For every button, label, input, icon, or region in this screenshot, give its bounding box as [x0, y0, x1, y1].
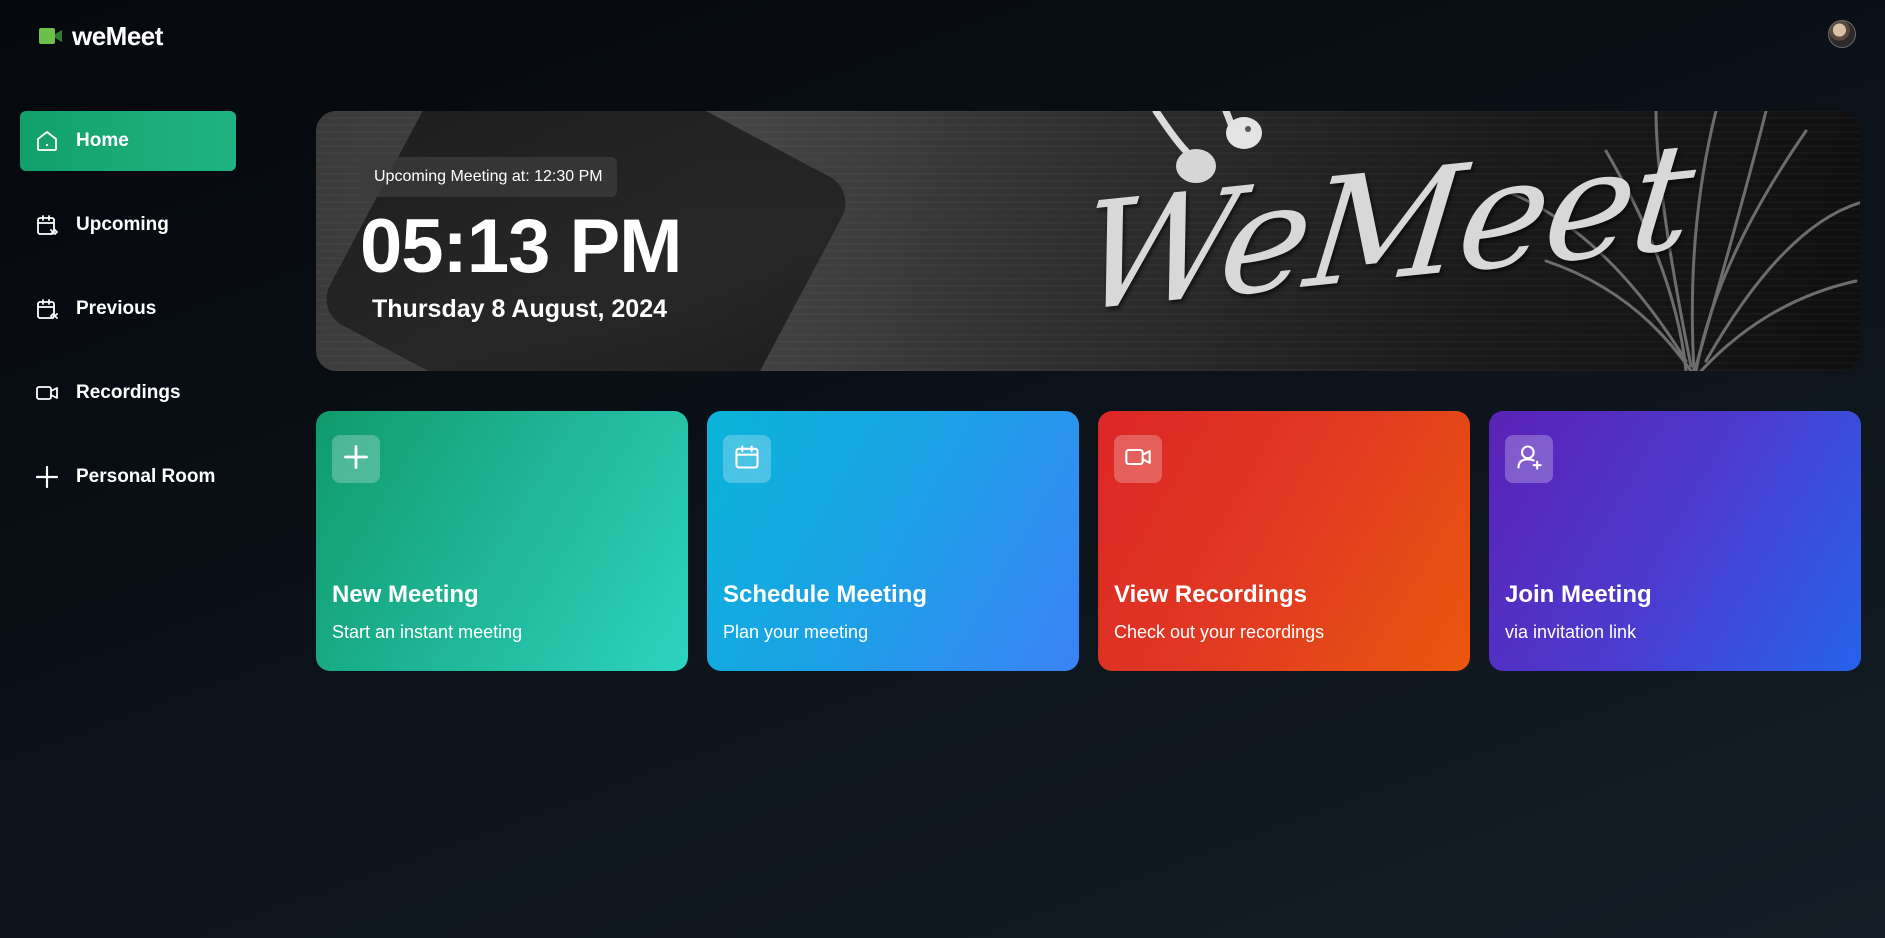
upcoming-meeting-badge: Upcoming Meeting at: 12:30 PM — [360, 157, 617, 197]
sidebar-item-label: Recordings — [76, 382, 181, 403]
video-icon — [34, 380, 60, 406]
new-meeting-card[interactable]: New Meeting Start an instant meeting — [316, 411, 688, 671]
app-logo[interactable]: weMeet — [38, 20, 163, 52]
card-title: Join Meeting — [1505, 581, 1652, 608]
calendar-icon — [733, 443, 761, 476]
view-recordings-card[interactable]: View Recordings Check out your recording… — [1098, 411, 1470, 671]
hero-banner: WeMeet Upcoming Meeting at: 12:30 PM 05:… — [316, 111, 1860, 371]
plus-icon — [342, 443, 370, 476]
plus-icon — [34, 464, 60, 490]
video-camera-icon — [38, 20, 64, 52]
sidebar-item-label: Personal Room — [76, 466, 216, 487]
sidebar-item-recordings[interactable]: Recordings — [20, 363, 236, 423]
sidebar-item-personal-room[interactable]: Personal Room — [20, 447, 236, 507]
card-subtitle: Check out your recordings — [1114, 622, 1325, 642]
current-time: 05:13 PM — [360, 204, 682, 289]
card-subtitle: Plan your meeting — [723, 622, 869, 642]
join-meeting-card[interactable]: Join Meeting via invitation link — [1489, 411, 1861, 671]
card-title: New Meeting — [332, 581, 479, 608]
sidebar-item-label: Upcoming — [76, 214, 169, 235]
calendar-forward-icon — [34, 212, 60, 238]
sidebar-item-home[interactable]: Home — [20, 111, 236, 171]
card-subtitle: Start an instant meeting — [332, 622, 523, 642]
schedule-meeting-card[interactable]: Schedule Meeting Plan your meeting — [707, 411, 1079, 671]
sidebar-item-upcoming[interactable]: Upcoming — [20, 195, 236, 255]
home-icon — [34, 128, 60, 154]
sidebar: Home Upcoming Previous Recordings Person… — [0, 70, 260, 938]
user-plus-icon — [1515, 443, 1543, 476]
card-icon-box — [723, 435, 771, 483]
app-name: weMeet — [72, 20, 163, 51]
card-icon-box — [1114, 435, 1162, 483]
card-title: View Recordings — [1114, 581, 1307, 608]
card-subtitle: via invitation link — [1505, 622, 1637, 642]
card-icon-box — [332, 435, 380, 483]
card-title: Schedule Meeting — [723, 581, 928, 608]
user-avatar[interactable] — [1828, 20, 1856, 48]
top-bar: weMeet — [0, 0, 1885, 70]
sidebar-item-previous[interactable]: Previous — [20, 279, 236, 339]
video-icon — [1124, 443, 1152, 476]
sidebar-item-label: Home — [76, 130, 129, 151]
card-icon-box — [1505, 435, 1553, 483]
calendar-back-icon — [34, 296, 60, 322]
sidebar-item-label: Previous — [76, 298, 157, 319]
current-date: Thursday 8 August, 2024 — [372, 295, 667, 323]
